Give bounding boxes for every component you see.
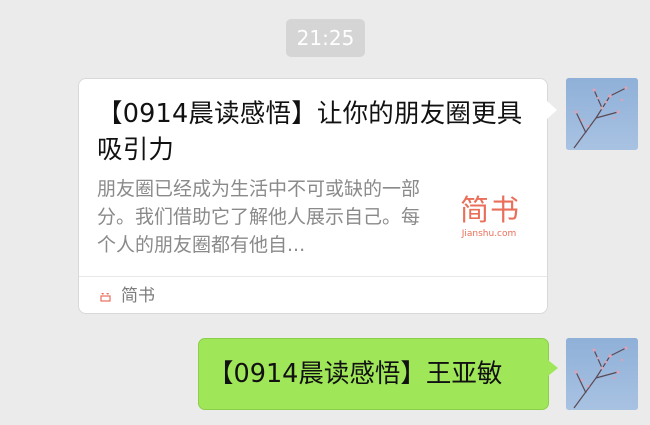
thumbnail-logo-text: 简书	[459, 193, 520, 227]
message-text: 【0914晨读感悟】王亚敏	[208, 359, 503, 389]
link-message-card[interactable]: 【0914晨读感悟】让你的朋友圈更具吸引力 朋友圈已经成为生活中不可或缺的一部分…	[78, 78, 548, 314]
thumbnail-domain-text: Jianshu.com	[461, 229, 517, 239]
message-timestamp: 21:25	[286, 19, 365, 57]
link-source-label: 简书	[121, 286, 155, 306]
link-title: 【0914晨读感悟】让你的朋友圈更具吸引力	[97, 99, 523, 165]
avatar[interactable]	[566, 78, 638, 150]
jianshu-logo-icon	[100, 291, 111, 302]
card-divider	[79, 276, 547, 277]
link-thumbnail: 简书 Jianshu.com	[455, 185, 523, 251]
card-bubble-tail	[547, 101, 557, 119]
link-description: 朋友圈已经成为生活中不可或缺的一部分。我们借助它了解他人展示自己。每个人的朋友圈…	[97, 178, 421, 256]
avatar[interactable]	[566, 338, 638, 410]
text-message-bubble[interactable]: 【0914晨读感悟】王亚敏	[198, 338, 549, 410]
message-bubble-tail	[548, 360, 558, 376]
